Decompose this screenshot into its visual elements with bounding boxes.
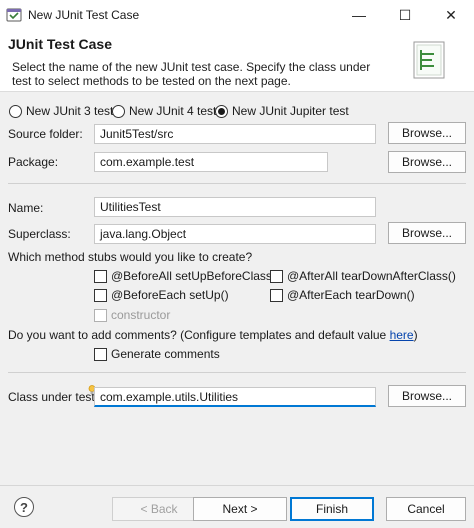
before-each-checkbox-box[interactable] xyxy=(94,288,107,302)
after-each-checkbox[interactable]: @AfterEach tearDown() xyxy=(270,287,415,303)
minimize-button[interactable]: — xyxy=(336,0,382,30)
superclass-label: Superclass: xyxy=(8,227,71,241)
help-icon[interactable]: ? xyxy=(14,497,34,517)
comments-question-close: ) xyxy=(413,328,418,342)
after-all-checkbox[interactable]: @AfterAll tearDownAfterClass() xyxy=(270,268,456,284)
radio-junit4-indicator[interactable] xyxy=(112,104,125,118)
name-label: Name: xyxy=(8,201,44,215)
separator xyxy=(8,183,466,184)
maximize-button[interactable]: ☐ xyxy=(382,0,428,30)
radio-junit3-label: New JUnit 3 test xyxy=(26,104,114,118)
finish-button[interactable]: Finish xyxy=(290,497,374,521)
page-title: JUnit Test Case xyxy=(8,36,112,52)
radio-jupiter-indicator[interactable] xyxy=(215,104,228,118)
package-browse-button[interactable]: Browse... xyxy=(388,151,466,173)
radio-junit-jupiter[interactable]: New JUnit Jupiter test xyxy=(215,103,349,119)
radio-junit4-label: New JUnit 4 test xyxy=(129,104,217,118)
constructor-checkbox: constructor xyxy=(94,307,170,323)
class-under-test-browse-button[interactable]: Browse... xyxy=(388,385,466,407)
class-under-test-label: Class under test: xyxy=(8,390,99,404)
method-stubs-question: Which method stubs would you like to cre… xyxy=(8,250,253,264)
page-description: Select the name of the new JUnit test ca… xyxy=(12,60,371,88)
superclass-field[interactable]: java.lang.Object xyxy=(94,224,376,244)
before-all-label: @BeforeAll setUpBeforeClass() xyxy=(111,269,280,283)
separator xyxy=(8,372,466,373)
radio-junit4[interactable]: New JUnit 4 test xyxy=(112,103,216,119)
next-button[interactable]: Next > xyxy=(193,497,287,521)
constructor-checkbox-box xyxy=(94,308,107,322)
radio-junit3[interactable]: New JUnit 3 test xyxy=(9,103,113,119)
configure-templates-link[interactable]: here xyxy=(390,328,414,342)
superclass-browse-button[interactable]: Browse... xyxy=(388,222,466,244)
back-button: < Back xyxy=(112,497,206,521)
comments-question-text: Do you want to add comments? (Configure … xyxy=(8,328,390,342)
cancel-button[interactable]: Cancel xyxy=(386,497,466,521)
generate-comments-checkbox-box[interactable] xyxy=(94,347,107,361)
after-each-label: @AfterEach tearDown() xyxy=(287,288,415,302)
junit-wizard-banner-icon xyxy=(412,40,446,80)
comments-question: Do you want to add comments? (Configure … xyxy=(8,328,418,342)
after-each-checkbox-box[interactable] xyxy=(270,288,283,302)
name-field[interactable]: UtilitiesTest xyxy=(94,197,376,217)
package-field[interactable]: com.example.test xyxy=(94,152,328,172)
constructor-label: constructor xyxy=(111,308,171,322)
source-folder-field[interactable]: Junit5Test/src xyxy=(94,124,376,144)
close-button[interactable]: ✕ xyxy=(428,0,474,30)
generate-comments-checkbox[interactable]: Generate comments xyxy=(94,346,220,362)
footer-separator xyxy=(0,485,474,486)
before-all-checkbox-box[interactable] xyxy=(94,269,107,283)
before-each-checkbox[interactable]: @BeforeEach setUp() xyxy=(94,287,229,303)
class-under-test-field[interactable]: com.example.utils.Utilities xyxy=(94,387,376,407)
source-folder-browse-button[interactable]: Browse... xyxy=(388,122,466,144)
window-title: New JUnit Test Case xyxy=(28,8,140,22)
radio-junit3-indicator[interactable] xyxy=(9,104,22,118)
before-each-label: @BeforeEach setUp() xyxy=(111,288,229,302)
source-folder-label: Source folder: xyxy=(8,127,83,141)
after-all-label: @AfterAll tearDownAfterClass() xyxy=(287,269,456,283)
package-label: Package: xyxy=(8,155,59,169)
generate-comments-label: Generate comments xyxy=(111,347,220,361)
after-all-checkbox-box[interactable] xyxy=(270,269,283,283)
radio-jupiter-label: New JUnit Jupiter test xyxy=(232,104,349,118)
eclipse-app-icon xyxy=(6,7,22,23)
before-all-checkbox[interactable]: @BeforeAll setUpBeforeClass() xyxy=(94,268,280,284)
